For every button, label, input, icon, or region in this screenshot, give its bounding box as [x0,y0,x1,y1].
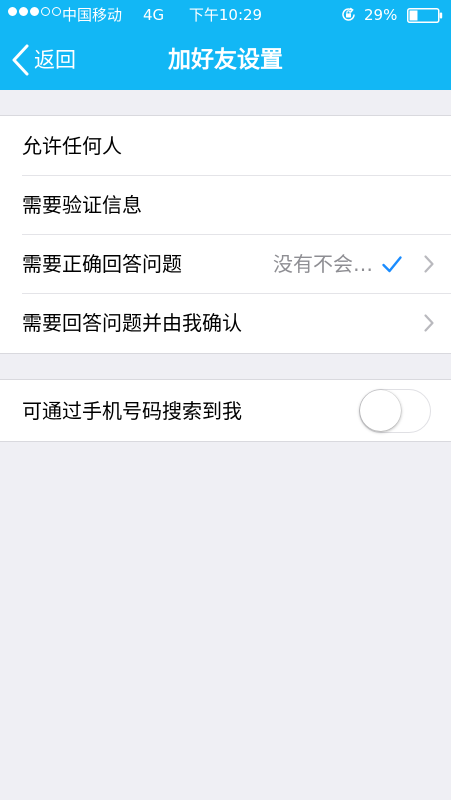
nav-bar: 返回 加好友设置 [0,30,451,90]
chevron-right-icon [424,254,434,273]
header: 中国移动 4G 下午10:29 29% 返回 加好友设置 [0,0,451,90]
option-label: 允许任何人 [22,133,122,158]
phone-search-toggle[interactable] [359,388,431,433]
option-answer-and-confirm[interactable]: 需要回答问题并由我确认 [0,293,451,352]
back-button[interactable]: 返回 [10,40,76,80]
option-require-correct-answer[interactable]: 需要正确回答问题 没有不会… [0,234,451,293]
option-label: 需要验证信息 [22,192,142,217]
phone-search-group: 可通过手机号码搜索到我 [0,379,451,442]
toggle-knob [360,389,401,431]
rotation-lock-icon [342,7,355,21]
option-label: 需要回答问题并由我确认 [22,310,242,335]
phone-search-row: 可通过手机号码搜索到我 [0,380,451,441]
battery-percent: 29% [364,6,398,24]
add-friend-options: 允许任何人 需要验证信息 需要正确回答问题 没有不会… 需要回答问题并由我确认 [0,115,451,354]
phone-search-label: 可通过手机号码搜索到我 [22,398,242,423]
status-bar: 中国移动 4G 下午10:29 29% [0,0,451,30]
checkmark-icon [382,255,402,272]
option-allow-anyone[interactable]: 允许任何人 [0,116,451,175]
option-require-verification[interactable]: 需要验证信息 [0,175,451,234]
chevron-right-icon [424,313,434,332]
option-label: 需要正确回答问题 [22,251,182,276]
battery-icon [407,8,443,23]
back-label: 返回 [34,48,76,72]
question-answer-value: 没有不会… [273,251,373,276]
back-chevron-icon [12,44,29,76]
